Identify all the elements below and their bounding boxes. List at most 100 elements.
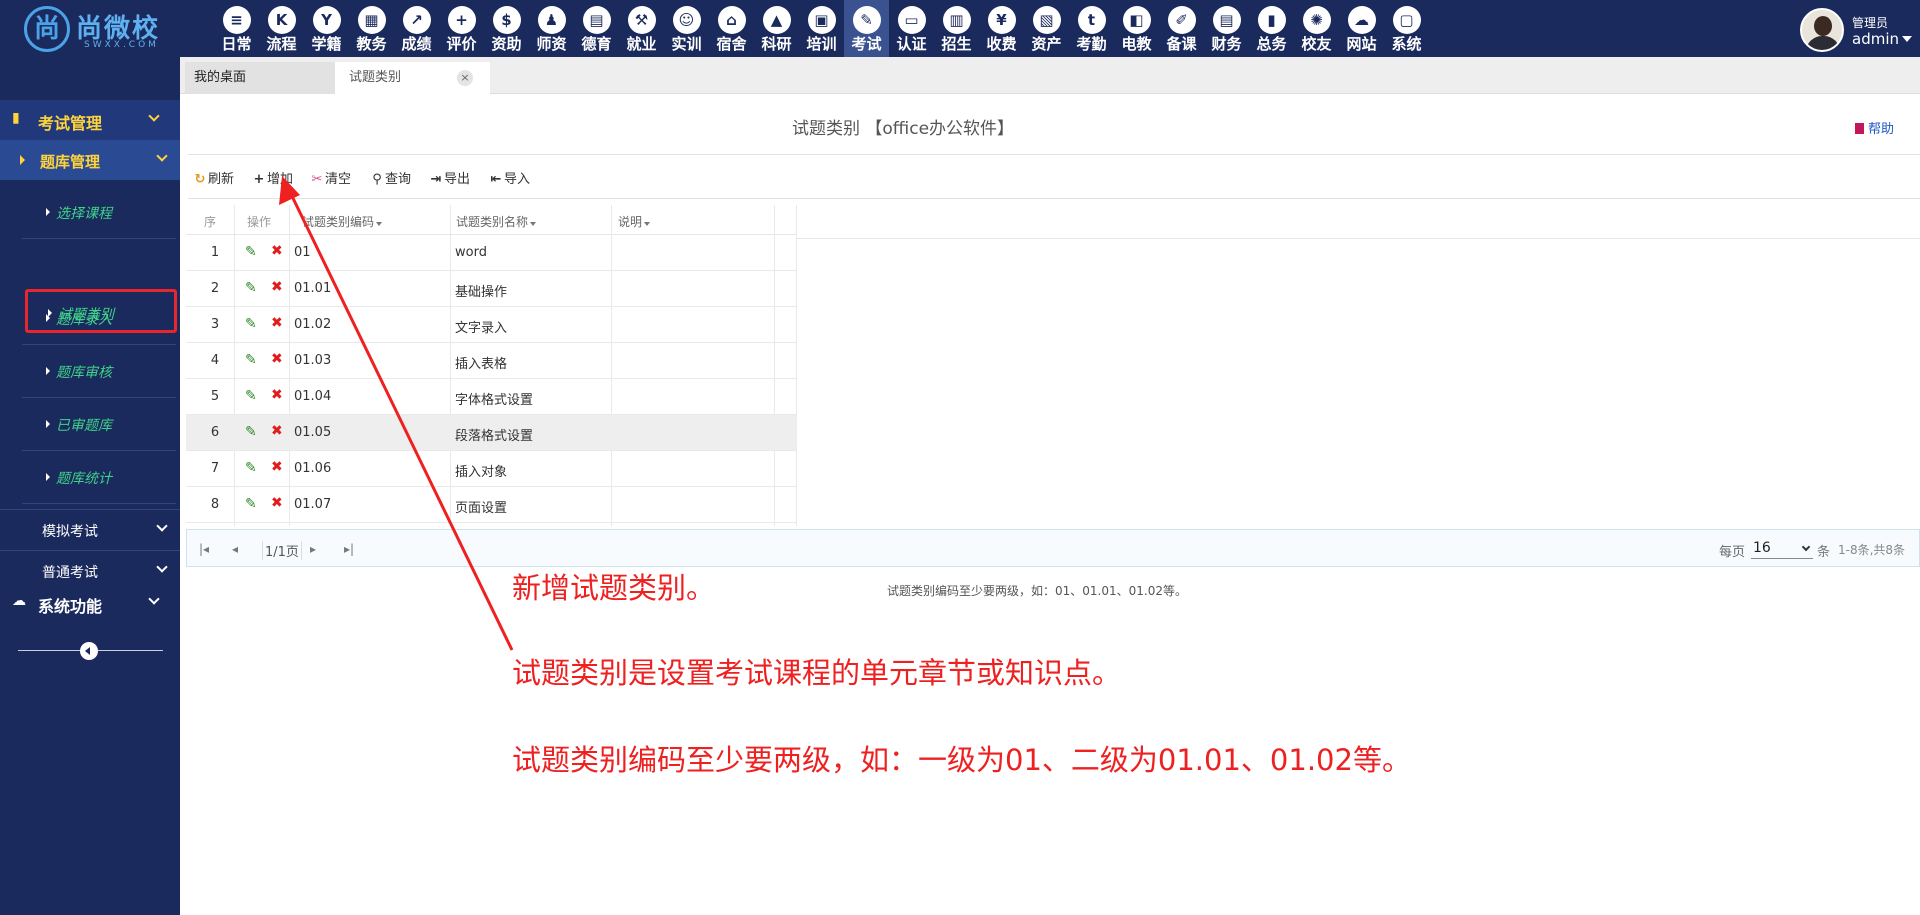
module-item[interactable]: ⌂ 宿舍 — [709, 0, 754, 57]
tab-question-category[interactable]: 试题类别 × — [335, 62, 490, 94]
column-header-name[interactable]: 试题类别名称 — [456, 213, 537, 230]
delete-icon[interactable]: ✖ — [271, 423, 283, 439]
sidebar-sub-item[interactable]: 题库录入 — [22, 292, 176, 345]
module-item[interactable]: Y 学籍 — [304, 0, 349, 57]
tab-my-desktop[interactable]: 我的桌面 — [185, 62, 335, 94]
module-item[interactable]: ▤ 德育 — [574, 0, 619, 57]
module-item[interactable]: ▥ 招生 — [934, 0, 979, 57]
pencil-icon[interactable]: ✎ — [245, 316, 259, 332]
page-title: 试题类别 【office办公软件】 — [792, 119, 1015, 139]
sidebar-sub-item[interactable]: 选择课程 — [22, 186, 176, 239]
import-icon: ⇤ — [490, 172, 502, 187]
previous-page-icon[interactable]: ◂ — [232, 542, 238, 556]
sidebar-group-question-bank[interactable]: 题库管理 — [0, 140, 180, 180]
table-row[interactable]: 7 ✎ ✖ 01.06 插入对象 — [186, 451, 797, 487]
delete-icon[interactable]: ✖ — [271, 387, 283, 403]
row-name: 插入表格 — [455, 357, 508, 372]
table-row[interactable]: 1 ✎ ✖ 01 word — [186, 235, 797, 271]
module-label: 认证 — [896, 35, 927, 53]
module-item[interactable]: t 考勤 — [1069, 0, 1114, 57]
column-header-code[interactable]: 试题类别编码 — [302, 213, 383, 230]
pencil-icon[interactable]: ✎ — [245, 496, 259, 512]
next-page-icon[interactable]: ▸ — [310, 542, 316, 556]
module-item[interactable]: ▦ 教务 — [349, 0, 394, 57]
module-label: 校友 — [1301, 35, 1332, 53]
module-item[interactable]: ▣ 培训 — [799, 0, 844, 57]
delete-icon[interactable]: ✖ — [271, 459, 283, 475]
clear-button[interactable]: ✂ 清空 — [310, 168, 351, 187]
first-page-icon[interactable]: |◂ — [199, 542, 209, 556]
table-row[interactable]: 4 ✎ ✖ 01.03 插入表格 — [186, 343, 797, 379]
import-button[interactable]: ⇤ 导入 — [489, 168, 530, 187]
sidebar-section-exam-management[interactable]: ▮ 考试管理 — [0, 100, 180, 140]
export-button[interactable]: ⇥ 导出 — [429, 168, 470, 187]
delete-icon[interactable]: ✖ — [271, 315, 283, 331]
row-name: 页面设置 — [455, 501, 508, 516]
table-row[interactable]: 2 ✎ ✖ 01.01 基础操作 — [186, 271, 797, 307]
pencil-icon[interactable]: ✎ — [245, 460, 259, 476]
module-item[interactable]: ⚒ 就业 — [619, 0, 664, 57]
row-seq: 4 — [210, 353, 220, 368]
table-row[interactable]: 8 ✎ ✖ 01.07 页面设置 — [186, 487, 797, 523]
row-code: 01.01 — [294, 281, 332, 296]
module-label: 资产 — [1031, 35, 1062, 53]
module-item[interactable]: ✐ 备课 — [1159, 0, 1204, 57]
sidebar-sub-item[interactable]: 题库审核 — [22, 345, 176, 398]
module-icon: ▮ — [1257, 6, 1286, 34]
pencil-icon[interactable]: ✎ — [245, 388, 259, 404]
module-label: 学籍 — [311, 35, 342, 53]
user-menu[interactable]: 管理员 admin — [1800, 0, 1920, 57]
delete-icon[interactable]: ✖ — [271, 351, 283, 367]
page-header: 试题类别 【office办公软件】 帮助 — [180, 94, 1920, 154]
sidebar-sub-item[interactable]: 题库统计 — [22, 451, 176, 504]
sidebar-item-mock-exam[interactable]: 模拟考试 — [0, 509, 180, 549]
sidebar-sub-item[interactable]: 已审题库 — [22, 398, 176, 451]
module-item[interactable]: ✎ 考试 — [844, 0, 889, 57]
sidebar-section-system-functions[interactable]: ☁ 系统功能 — [0, 583, 180, 623]
caret-right-icon — [46, 473, 50, 481]
add-button[interactable]: + 增加 — [252, 168, 293, 187]
module-item[interactable]: ✺ 校友 — [1294, 0, 1339, 57]
module-item[interactable]: ▢ 系统 — [1384, 0, 1429, 57]
delete-icon[interactable]: ✖ — [271, 243, 283, 259]
table-row[interactable]: 3 ✎ ✖ 01.02 文字录入 — [186, 307, 797, 343]
module-item[interactable]: $ 资助 — [484, 0, 529, 57]
per-page-select[interactable]: 16 — [1751, 537, 1813, 559]
scissors-icon: ✂ — [311, 172, 323, 187]
pencil-icon[interactable]: ✎ — [245, 244, 259, 260]
module-item[interactable]: ▤ 财务 — [1204, 0, 1249, 57]
module-item[interactable]: K 流程 — [259, 0, 304, 57]
module-icon: ✺ — [1302, 6, 1331, 34]
last-page-icon[interactable]: ▸| — [344, 542, 354, 556]
column-header-description[interactable]: 说明 — [618, 213, 651, 230]
pencil-icon[interactable]: ✎ — [245, 352, 259, 368]
module-item[interactable]: ☺ 实训 — [664, 0, 709, 57]
table-row[interactable]: 6 ✎ ✖ 01.05 段落格式设置 — [186, 415, 797, 451]
module-item[interactable]: ◧ 电教 — [1114, 0, 1159, 57]
pencil-icon[interactable]: ✎ — [245, 424, 259, 440]
delete-icon[interactable]: ✖ — [271, 495, 283, 511]
refresh-label: 刷新 — [208, 172, 235, 187]
close-icon[interactable]: × — [457, 70, 473, 86]
module-item[interactable]: ≡ 日常 — [214, 0, 259, 57]
pencil-icon[interactable]: ✎ — [245, 280, 259, 296]
table-row[interactable]: 5 ✎ ✖ 01.04 字体格式设置 — [186, 379, 797, 415]
module-item[interactable]: ▭ 认证 — [889, 0, 934, 57]
module-icon: ⌂ — [717, 6, 746, 34]
module-item[interactable]: ▮ 总务 — [1249, 0, 1294, 57]
module-item[interactable]: ▧ 资产 — [1024, 0, 1069, 57]
module-icon: $ — [492, 6, 521, 34]
module-item[interactable]: ♟ 师资 — [529, 0, 574, 57]
sidebar-collapse-toggle[interactable] — [18, 641, 163, 661]
help-link[interactable]: 帮助 — [1854, 118, 1894, 137]
module-item[interactable]: ▲ 科研 — [754, 0, 799, 57]
delete-icon[interactable]: ✖ — [271, 279, 283, 295]
module-item[interactable]: ↗ 成绩 — [394, 0, 439, 57]
row-name: 基础操作 — [455, 285, 508, 300]
module-item[interactable]: ☁ 网站 — [1339, 0, 1384, 57]
app-logo[interactable]: 尚 尚微校 SWXX.COM — [24, 4, 174, 54]
module-item[interactable]: ¥ 收费 — [979, 0, 1024, 57]
query-button[interactable]: ⚲ 查询 — [370, 168, 411, 187]
module-item[interactable]: + 评价 — [439, 0, 484, 57]
refresh-button[interactable]: ↻ 刷新 — [193, 168, 234, 187]
